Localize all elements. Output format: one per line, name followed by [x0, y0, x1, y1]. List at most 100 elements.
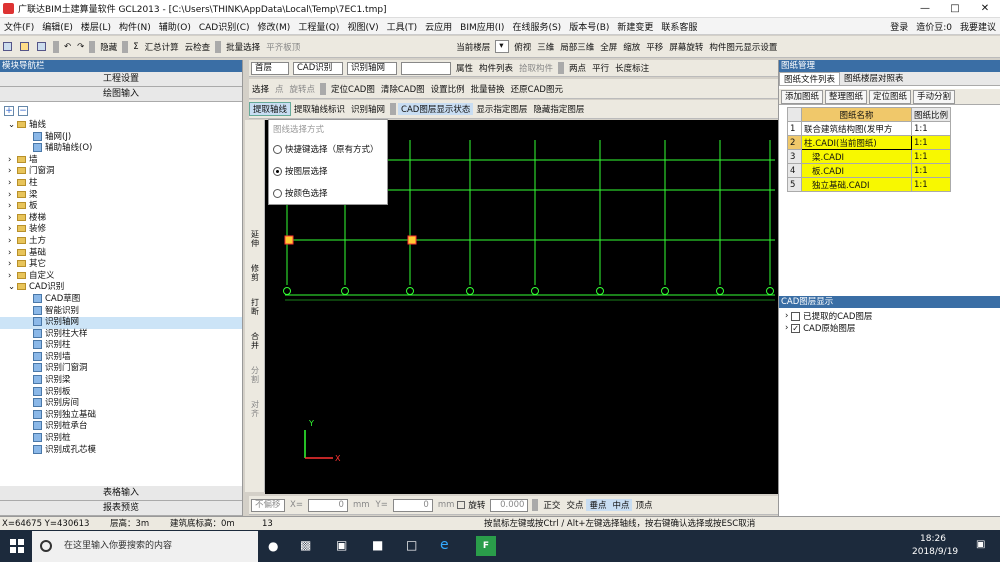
midpoint-button[interactable]: 中点 — [609, 499, 633, 511]
menu-bim[interactable]: BIM应用(I) — [456, 20, 508, 33]
store-icon[interactable]: ■ — [372, 538, 383, 552]
open-file-icon[interactable] — [17, 41, 34, 52]
tree-item[interactable]: ⌄ 轴线 — [0, 120, 242, 132]
tree-item[interactable]: 识别门窗洞 — [0, 363, 242, 375]
extend-tool[interactable]: 延伸 — [250, 230, 260, 248]
option-by-layer[interactable]: 按图层选择 — [269, 160, 387, 182]
align-top-button[interactable]: 平齐板顶 — [263, 41, 303, 53]
table-row[interactable]: 1 联合建筑结构图(发甲方 1:1 — [787, 121, 952, 136]
menu-floor[interactable]: 楼层(L) — [77, 20, 115, 33]
expand-toggle-icon[interactable]: › — [8, 201, 17, 213]
recognize-axis-button[interactable]: 识别轴网 — [348, 103, 388, 115]
menu-cloud[interactable]: 云应用 — [421, 20, 456, 33]
sum-button[interactable]: 汇总计算 — [142, 41, 182, 53]
row-name[interactable]: 板.CADI — [801, 163, 912, 178]
tree-item[interactable]: › 自定义 — [0, 271, 242, 283]
intersection-button[interactable]: 交点 — [563, 499, 586, 511]
suggest-button[interactable]: 我要建议 — [956, 20, 1000, 33]
expand-toggle-icon[interactable]: › — [8, 236, 17, 248]
expand-toggle-icon[interactable]: › — [8, 190, 17, 202]
tree-item[interactable]: 识别板 — [0, 386, 242, 399]
radio-by-layer[interactable] — [273, 166, 282, 176]
two-points-button[interactable]: 两点 — [566, 62, 589, 74]
parallel-button[interactable]: 平行 — [589, 62, 612, 74]
tree-item[interactable]: 识别柱 — [0, 340, 242, 352]
drawing-input-button[interactable]: 绘图输入 — [0, 87, 242, 102]
trim-tool[interactable]: 修剪 — [250, 264, 260, 282]
row-name[interactable]: 梁.CADI — [801, 149, 912, 164]
align-tool[interactable]: 对齐 — [250, 400, 260, 418]
hide-button[interactable]: 隐藏 — [97, 41, 120, 53]
tree-item[interactable]: 智能识别 — [0, 305, 242, 318]
row-ratio[interactable]: 1:1 — [910, 163, 952, 178]
expand-toggle-icon[interactable]: › — [8, 259, 17, 271]
menu-modify[interactable]: 修改(M) — [254, 20, 295, 33]
tree-item[interactable]: › 墙 — [0, 155, 242, 167]
menu-new-change[interactable]: 新建变更 — [613, 20, 657, 33]
display-settings-button[interactable]: 构件图元显示设置 — [706, 41, 780, 53]
tree-item[interactable]: CAD草图 — [0, 293, 242, 306]
rotate-checkbox[interactable] — [457, 501, 466, 509]
login-button[interactable]: 登录 — [886, 20, 912, 33]
menu-edit[interactable]: 编辑(E) — [38, 20, 77, 33]
show-layer-button[interactable]: 显示指定图层 — [473, 103, 530, 115]
tab-drawing-files[interactable]: 图纸文件列表 — [779, 72, 841, 85]
table-row[interactable]: 5 独立基础.CADI 1:1 — [787, 177, 952, 192]
row-ratio[interactable]: 1:1 — [910, 177, 952, 192]
maximize-button[interactable]: □ — [940, 0, 970, 18]
set-ratio-button[interactable]: 设置比例 — [428, 83, 468, 95]
tree-item[interactable]: 识别梁 — [0, 375, 242, 387]
tree-item[interactable]: 识别房间 — [0, 398, 242, 410]
row-ratio[interactable]: 1:1 — [910, 149, 952, 164]
x-input[interactable]: 0 — [307, 498, 348, 512]
project-settings-button[interactable]: 工程设置 — [0, 72, 242, 87]
report-preview-button[interactable]: 报表预览 — [0, 501, 242, 516]
top-view-button[interactable]: 俯视 — [511, 41, 534, 53]
tree-item[interactable]: › 门窗洞 — [0, 166, 242, 178]
glodon-app-icon[interactable]: F — [476, 536, 496, 556]
tree-item[interactable]: 轴网(J) — [0, 131, 242, 144]
tree-item[interactable]: 识别独立基础 — [0, 409, 242, 422]
component-select[interactable] — [401, 61, 451, 75]
tree-item[interactable]: 识别轴网 — [0, 317, 242, 329]
option-by-color[interactable]: 按颜色选择 — [269, 182, 387, 204]
recognize-axis-select[interactable]: 识别轴网 — [347, 61, 397, 75]
row-ratio[interactable]: 1:1 — [910, 121, 952, 136]
task-view-icon[interactable]: ▩ — [300, 538, 311, 552]
sort-drawing-button[interactable]: 整理图纸 — [825, 89, 868, 104]
tree-item[interactable]: 识别墙 — [0, 351, 242, 364]
floor-dropdown[interactable]: ▾ — [495, 40, 510, 53]
close-button[interactable]: ✕ — [970, 0, 1000, 18]
point-button[interactable]: 点 — [272, 83, 287, 95]
radio-by-color[interactable] — [273, 188, 282, 198]
tree-item[interactable]: › 基础 — [0, 248, 242, 260]
tree-item[interactable]: 识别柱大样 — [0, 328, 242, 341]
locate-cad-button[interactable]: 定位CAD图 — [328, 83, 378, 95]
tree-item[interactable]: ⌄ CAD识别 — [0, 282, 242, 294]
tree-item[interactable]: 辅助轴线(O) — [0, 143, 242, 155]
rotate-point-button[interactable]: 旋转点 — [287, 83, 319, 95]
app-icon-1[interactable]: ▣ — [336, 538, 347, 552]
expand-toggle-icon[interactable]: › — [8, 166, 17, 178]
tree-item[interactable]: 识别成孔芯模 — [0, 444, 242, 457]
tree-item[interactable]: 识别桩承台 — [0, 421, 242, 433]
expand-toggle-icon[interactable]: › — [8, 155, 17, 167]
restore-cad-button[interactable]: 还原CAD图元 — [508, 83, 566, 95]
table-input-button[interactable]: 表格输入 — [0, 486, 242, 501]
undo-icon[interactable]: ↶ — [61, 42, 74, 52]
merge-tool[interactable]: 合并 — [250, 332, 260, 350]
pick-component-button[interactable]: 拾取构件 — [516, 62, 556, 74]
layer-extracted-checkbox[interactable] — [791, 311, 801, 321]
windows-start-icon[interactable] — [10, 539, 24, 553]
break-tool[interactable]: 打断 — [250, 298, 260, 316]
layer-original-checkbox[interactable]: ✓ — [791, 323, 801, 333]
tree-item[interactable]: › 楼梯 — [0, 213, 242, 225]
screen-rotate-button[interactable]: 屏幕旋转 — [666, 41, 706, 53]
minimize-button[interactable]: — — [910, 0, 940, 18]
row-ratio[interactable]: 1:1 — [910, 135, 952, 150]
floor-select[interactable]: 首层 — [251, 61, 289, 75]
tree-item[interactable]: › 板 — [0, 201, 242, 213]
perpendicular-button[interactable]: 垂点 — [586, 499, 610, 511]
radio-shortcut[interactable] — [273, 144, 282, 154]
pan-button[interactable]: 平移 — [643, 41, 666, 53]
